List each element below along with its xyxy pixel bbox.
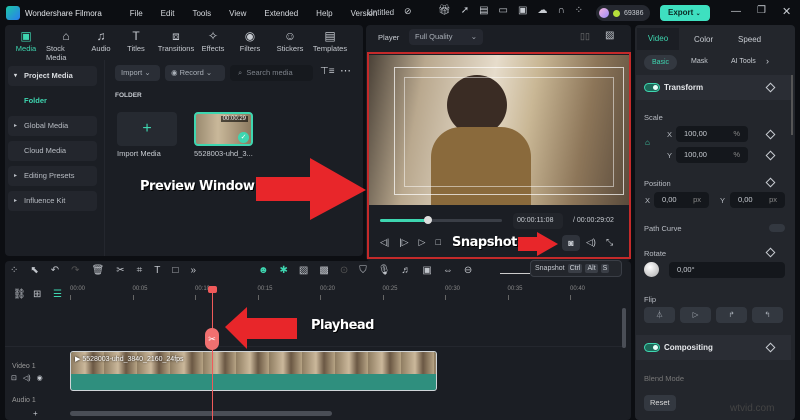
key-s: S <box>600 264 610 273</box>
annotation-arrows <box>225 158 558 349</box>
snapshot-tooltip: Snapshot Ctrl Alt S <box>530 260 622 277</box>
tooltip-label: Snapshot <box>535 265 565 272</box>
annotation-playhead: Playhead <box>311 318 374 333</box>
arrow-preview-window <box>256 158 366 220</box>
key-ctrl: Ctrl <box>567 264 583 273</box>
key-alt: Alt <box>585 264 598 273</box>
annotation-snapshot: Snapshot <box>452 235 517 250</box>
annotation-preview-window: Preview Window <box>140 179 255 194</box>
arrow-snapshot <box>518 232 558 256</box>
arrow-playhead <box>225 307 297 349</box>
